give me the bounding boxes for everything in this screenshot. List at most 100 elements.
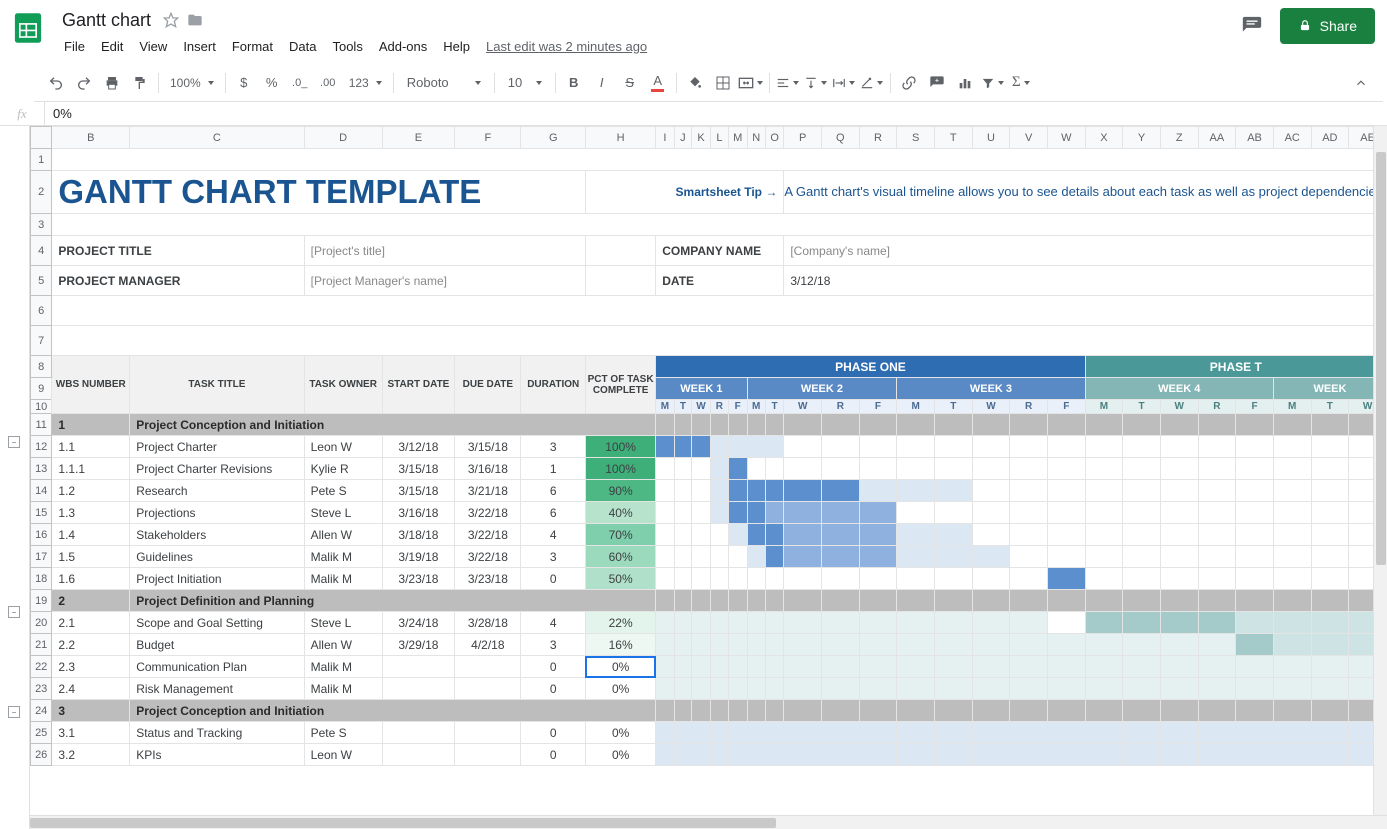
gantt-cell[interactable] [1311, 678, 1349, 700]
pct-complete-cell[interactable]: 16% [586, 634, 655, 655]
gantt-cell[interactable] [1010, 634, 1048, 656]
smartsheet-tip-link[interactable]: Smartsheet Tip → [676, 185, 778, 199]
zoom-select[interactable]: 100% [164, 70, 220, 96]
gantt-cell[interactable] [692, 700, 711, 722]
filter-button[interactable] [980, 70, 1006, 96]
duration-cell[interactable]: 0 [521, 678, 584, 699]
gantt-cell[interactable] [674, 414, 692, 436]
gantt-cell[interactable] [656, 546, 674, 568]
gantt-cell[interactable] [1198, 414, 1236, 436]
font-size-select[interactable]: 10 [500, 70, 550, 96]
gantt-cell[interactable] [1198, 502, 1236, 524]
duration-cell[interactable]: 3 [521, 634, 584, 655]
gantt-cell[interactable] [692, 414, 711, 436]
gantt-cell[interactable] [1047, 678, 1085, 700]
gantt-cell[interactable] [1198, 524, 1236, 546]
gantt-cell[interactable] [692, 436, 711, 458]
h-align-button[interactable] [775, 70, 801, 96]
select-all-corner[interactable] [31, 127, 52, 149]
menu-help[interactable]: Help [435, 35, 478, 58]
row-header-23[interactable]: 23 [31, 678, 52, 700]
pct-complete-cell[interactable]: 0% [586, 678, 655, 699]
redo-button[interactable] [71, 70, 97, 96]
gantt-cell[interactable] [656, 634, 674, 656]
pct-complete-cell[interactable]: 70% [586, 524, 655, 545]
gantt-cell[interactable] [897, 524, 935, 546]
gantt-cell[interactable] [656, 678, 674, 700]
gantt-cell[interactable] [1160, 480, 1198, 502]
move-folder-icon[interactable] [185, 10, 205, 30]
gantt-cell[interactable] [897, 480, 935, 502]
gantt-cell[interactable] [1085, 678, 1123, 700]
gantt-cell[interactable] [1311, 634, 1349, 656]
gantt-cell[interactable] [1236, 502, 1274, 524]
gantt-cell[interactable] [710, 458, 728, 480]
gantt-cell[interactable] [859, 568, 897, 590]
gantt-cell[interactable] [1047, 458, 1085, 480]
gantt-cell[interactable] [747, 524, 765, 546]
gantt-cell[interactable] [728, 414, 747, 436]
gantt-cell[interactable] [934, 546, 972, 568]
task-title-cell[interactable]: Communication Plan [130, 656, 303, 677]
date-value[interactable]: 3/12/18 [784, 274, 1386, 288]
gantt-cell[interactable] [692, 744, 711, 766]
gantt-cell[interactable] [747, 744, 765, 766]
wbs-cell[interactable]: 3.1 [52, 722, 129, 743]
gantt-cell[interactable] [1123, 480, 1161, 502]
gantt-cell[interactable] [934, 436, 972, 458]
v-align-button[interactable] [803, 70, 829, 96]
gantt-cell[interactable] [859, 590, 897, 612]
gantt-cell[interactable] [1273, 722, 1311, 744]
col-header-AB[interactable]: AB [1236, 127, 1274, 149]
gantt-cell[interactable] [728, 634, 747, 656]
gantt-cell[interactable] [1198, 700, 1236, 722]
bold-button[interactable]: B [561, 70, 587, 96]
task-owner-cell[interactable]: Kylie R [305, 458, 382, 479]
gantt-cell[interactable] [728, 568, 747, 590]
row-header-12[interactable]: 12 [31, 436, 52, 458]
gantt-cell[interactable] [710, 414, 728, 436]
col-header-K[interactable]: K [692, 127, 711, 149]
gantt-cell[interactable] [765, 590, 783, 612]
duration-cell[interactable]: 0 [521, 744, 584, 765]
gantt-cell[interactable] [656, 700, 674, 722]
wbs-cell[interactable]: 2.3 [52, 656, 129, 677]
gantt-cell[interactable] [674, 722, 692, 744]
col-header-T[interactable]: T [934, 127, 972, 149]
gantt-cell[interactable] [1236, 744, 1274, 766]
gantt-cell[interactable] [859, 524, 897, 546]
gantt-cell[interactable] [1273, 678, 1311, 700]
gantt-cell[interactable] [1085, 414, 1123, 436]
gantt-cell[interactable] [1311, 744, 1349, 766]
task-title-cell[interactable]: Guidelines [130, 546, 303, 567]
row-header-16[interactable]: 16 [31, 524, 52, 546]
gantt-cell[interactable] [747, 678, 765, 700]
gantt-cell[interactable] [972, 502, 1010, 524]
gantt-cell[interactable] [1198, 678, 1236, 700]
gantt-cell[interactable] [747, 722, 765, 744]
gantt-cell[interactable] [859, 656, 897, 678]
gantt-cell[interactable] [747, 480, 765, 502]
gantt-cell[interactable] [1311, 458, 1349, 480]
merge-button[interactable] [738, 70, 764, 96]
gantt-cell[interactable] [1123, 590, 1161, 612]
gantt-cell[interactable] [1273, 634, 1311, 656]
gantt-cell[interactable] [1085, 700, 1123, 722]
wbs-cell[interactable]: 1.3 [52, 502, 129, 523]
task-title-cell[interactable]: Budget [130, 634, 303, 655]
gantt-cell[interactable] [1085, 502, 1123, 524]
gantt-cell[interactable] [1047, 590, 1085, 612]
gantt-cell[interactable] [1273, 436, 1311, 458]
gantt-cell[interactable] [1010, 458, 1048, 480]
gantt-cell[interactable] [1198, 656, 1236, 678]
project-manager-value[interactable]: [Project Manager's name] [305, 274, 585, 288]
gantt-cell[interactable] [1010, 700, 1048, 722]
gantt-cell[interactable] [1010, 524, 1048, 546]
due-date-cell[interactable] [455, 722, 520, 743]
gantt-cell[interactable] [710, 634, 728, 656]
gantt-cell[interactable] [1160, 722, 1198, 744]
gantt-cell[interactable] [784, 414, 822, 436]
wbs-cell[interactable]: 1.5 [52, 546, 129, 567]
gantt-cell[interactable] [728, 590, 747, 612]
gantt-cell[interactable] [656, 590, 674, 612]
